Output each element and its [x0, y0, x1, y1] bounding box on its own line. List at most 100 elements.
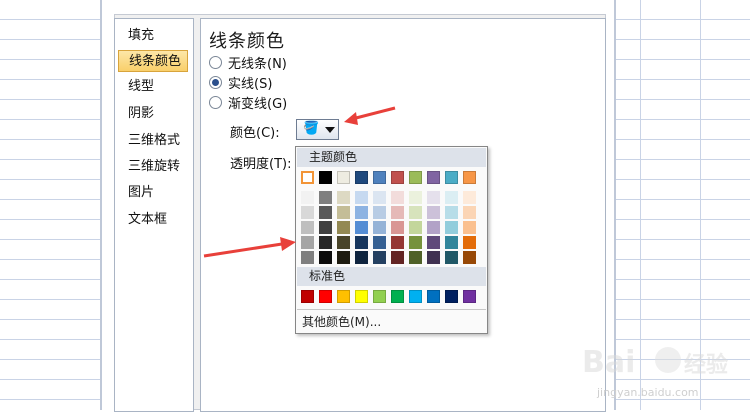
red-arrow-annotation [203, 237, 296, 258]
category-shadow[interactable]: 阴影 [118, 103, 188, 125]
theme-shade-swatch[interactable] [445, 206, 458, 219]
theme-color-swatch[interactable] [463, 171, 476, 184]
radio-gradient-line[interactable]: 渐变线(G) [209, 96, 287, 114]
color-palette-dropdown: 主题颜色 标准色 其他颜色(M)... [295, 146, 488, 334]
theme-shade-swatch[interactable] [427, 206, 440, 219]
theme-shade-swatch[interactable] [445, 251, 458, 264]
theme-shade-swatch[interactable] [319, 221, 332, 234]
theme-colors-header: 主题颜色 [297, 148, 486, 167]
theme-shade-swatch[interactable] [409, 236, 422, 249]
theme-color-swatch[interactable] [301, 171, 314, 184]
theme-shade-swatch[interactable] [337, 236, 350, 249]
theme-shade-swatch[interactable] [391, 206, 404, 219]
theme-shade-swatch[interactable] [301, 206, 314, 219]
theme-shade-swatch[interactable] [319, 251, 332, 264]
theme-shade-swatch[interactable] [337, 221, 350, 234]
theme-shade-swatch[interactable] [337, 251, 350, 264]
divider [297, 309, 486, 310]
theme-color-swatch[interactable] [355, 171, 368, 184]
category-list: 填充 线条颜色 线型 阴影 三维格式 三维旋转 图片 文本框 [114, 18, 194, 412]
category-line-color[interactable]: 线条颜色 [118, 50, 188, 72]
theme-color-swatch[interactable] [409, 171, 422, 184]
theme-shade-swatch[interactable] [463, 206, 476, 219]
theme-shade-swatch[interactable] [373, 191, 386, 204]
color-label: 颜色(C): [230, 126, 280, 141]
theme-shade-swatch[interactable] [373, 206, 386, 219]
standard-color-swatch[interactable] [427, 290, 440, 303]
theme-shade-swatch[interactable] [427, 236, 440, 249]
radio-label: 渐变线(G) [228, 97, 288, 112]
standard-color-swatch[interactable] [445, 290, 458, 303]
theme-shade-swatch[interactable] [391, 251, 404, 264]
theme-color-swatch[interactable] [337, 171, 350, 184]
theme-shade-swatch[interactable] [427, 251, 440, 264]
standard-color-swatch[interactable] [391, 290, 404, 303]
theme-shade-swatch[interactable] [355, 221, 368, 234]
chevron-down-icon [325, 127, 335, 133]
theme-shade-swatch[interactable] [355, 206, 368, 219]
theme-shade-swatch[interactable] [373, 236, 386, 249]
category-text-box[interactable]: 文本框 [118, 209, 188, 231]
theme-color-swatch[interactable] [373, 171, 386, 184]
theme-shade-swatch[interactable] [391, 221, 404, 234]
theme-shade-swatch[interactable] [301, 251, 314, 264]
theme-shade-swatch[interactable] [463, 236, 476, 249]
theme-shade-swatch[interactable] [409, 251, 422, 264]
theme-shade-swatch[interactable] [301, 191, 314, 204]
theme-shade-swatch[interactable] [319, 206, 332, 219]
category-3d-format[interactable]: 三维格式 [118, 130, 188, 152]
theme-shade-swatch[interactable] [355, 251, 368, 264]
standard-color-swatch[interactable] [319, 290, 332, 303]
theme-shade-swatch[interactable] [445, 221, 458, 234]
theme-color-swatch[interactable] [445, 171, 458, 184]
theme-shade-swatch[interactable] [391, 236, 404, 249]
category-line-style[interactable]: 线型 [118, 76, 188, 98]
theme-shade-swatch[interactable] [463, 191, 476, 204]
theme-shade-swatch[interactable] [409, 206, 422, 219]
theme-color-swatch[interactable] [427, 171, 440, 184]
theme-shade-swatch[interactable] [337, 191, 350, 204]
theme-color-swatch[interactable] [391, 171, 404, 184]
radio-no-line[interactable]: 无线条(N) [209, 56, 287, 74]
standard-color-swatch[interactable] [373, 290, 386, 303]
theme-shade-swatch[interactable] [445, 236, 458, 249]
radio-label: 无线条(N) [228, 57, 287, 72]
theme-shade-swatch[interactable] [301, 221, 314, 234]
theme-shade-swatch[interactable] [427, 191, 440, 204]
category-picture[interactable]: 图片 [118, 182, 188, 204]
category-3d-rotation[interactable]: 三维旋转 [118, 156, 188, 178]
radio-button[interactable] [209, 96, 222, 109]
standard-color-swatch[interactable] [463, 290, 476, 303]
baidu-watermark-logo: Bai 经验 [582, 345, 728, 380]
radio-button[interactable] [209, 56, 222, 69]
theme-shade-swatch[interactable] [319, 236, 332, 249]
theme-shade-swatch[interactable] [355, 191, 368, 204]
theme-shade-swatch[interactable] [373, 251, 386, 264]
theme-shade-swatch[interactable] [409, 221, 422, 234]
category-fill[interactable]: 填充 [118, 25, 188, 47]
theme-shade-swatch[interactable] [337, 206, 350, 219]
transparency-label: 透明度(T): [230, 157, 292, 172]
theme-shade-swatch[interactable] [409, 191, 422, 204]
standard-color-swatch[interactable] [409, 290, 422, 303]
red-arrow-annotation [344, 106, 396, 125]
svg-text:经验: 经验 [684, 352, 728, 378]
standard-color-swatch[interactable] [355, 290, 368, 303]
radio-solid-line[interactable]: 实线(S) [209, 76, 272, 94]
theme-shade-swatch[interactable] [391, 191, 404, 204]
color-picker-button[interactable]: 🪣 [296, 119, 339, 140]
standard-color-swatch[interactable] [337, 290, 350, 303]
standard-color-swatch[interactable] [301, 290, 314, 303]
watermark-url: jingyan.baidu.com [597, 386, 699, 399]
radio-button-checked[interactable] [209, 76, 222, 89]
theme-shade-swatch[interactable] [463, 221, 476, 234]
theme-color-swatch[interactable] [319, 171, 332, 184]
theme-shade-swatch[interactable] [319, 191, 332, 204]
theme-shade-swatch[interactable] [463, 251, 476, 264]
more-colors-link[interactable]: 其他颜色(M)... [302, 313, 381, 330]
theme-shade-swatch[interactable] [427, 221, 440, 234]
theme-shade-swatch[interactable] [355, 236, 368, 249]
theme-shade-swatch[interactable] [445, 191, 458, 204]
theme-shade-swatch[interactable] [373, 221, 386, 234]
theme-shade-swatch[interactable] [301, 236, 314, 249]
